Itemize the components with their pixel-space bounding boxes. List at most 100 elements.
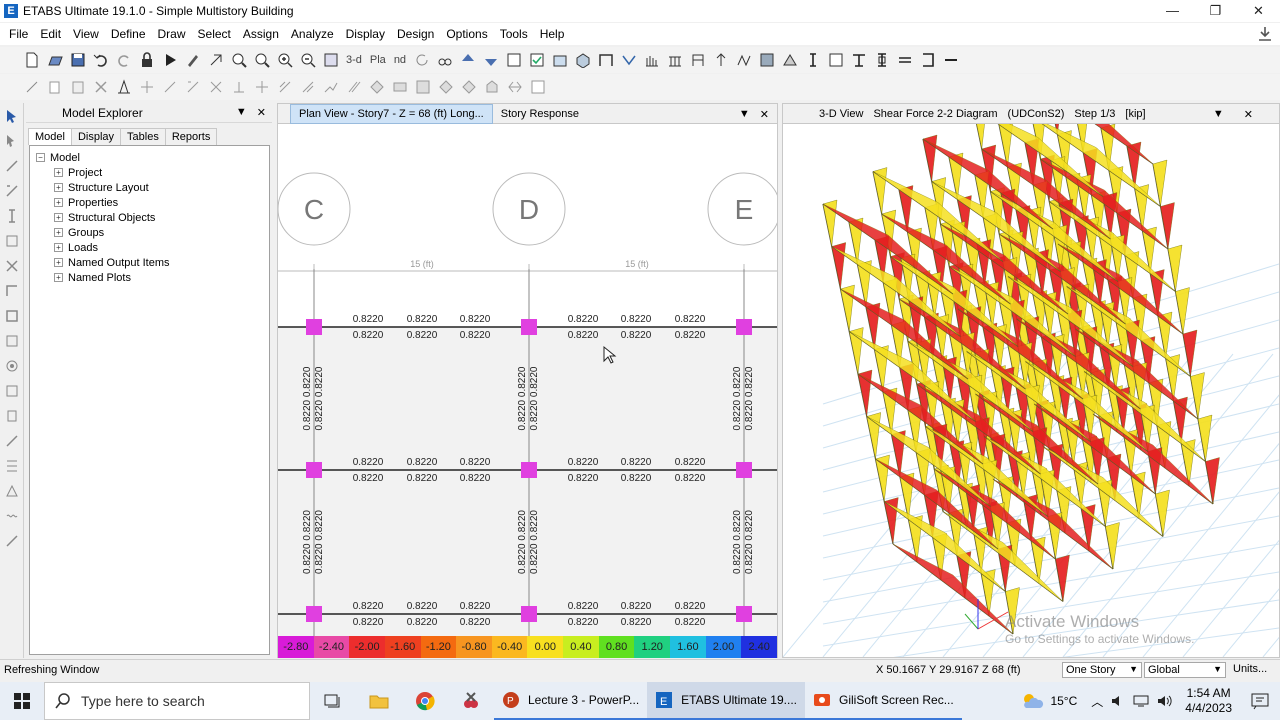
expand-icon[interactable]: + <box>54 258 63 267</box>
tab-plan-view[interactable]: Plan View - Story7 - Z = 68 (ft) Long... <box>290 103 493 124</box>
pan-hand-icon[interactable] <box>322 51 340 69</box>
draw-dimline-left-icon[interactable] <box>2 531 22 551</box>
perspective-icon[interactable] <box>436 51 454 69</box>
quick-draw-area-icon[interactable] <box>437 78 455 96</box>
reshape-icon[interactable] <box>2 131 22 151</box>
zoom-window-icon[interactable] <box>230 51 248 69</box>
tree-node-project[interactable]: + Project <box>36 165 263 180</box>
snap-midpoint-icon[interactable] <box>161 78 179 96</box>
copy-icon[interactable] <box>46 78 64 96</box>
tree-node-model[interactable]: − Model <box>36 150 263 165</box>
taskbar-search-input[interactable]: Type here to search <box>44 682 310 720</box>
tab-reports[interactable]: Reports <box>164 128 218 145</box>
draw-area-icon[interactable] <box>827 51 845 69</box>
menu-display[interactable]: Display <box>340 27 391 41</box>
draw-spring-left-icon[interactable] <box>2 506 22 526</box>
menu-analyze[interactable]: Analyze <box>285 27 340 41</box>
plan-canvas[interactable]: C D E 15 (ft) 15 (ft) 0.8220 0.8220 0.8220 0.822… <box>278 124 777 636</box>
pan-icon[interactable] <box>207 51 225 69</box>
draw-line-icon[interactable] <box>804 51 822 69</box>
taskbar-clock[interactable]: 1:54 AM 4/4/2023 <box>1177 686 1240 716</box>
open-icon[interactable] <box>46 51 64 69</box>
set-display-icon[interactable] <box>551 51 569 69</box>
menu-view[interactable]: View <box>67 27 105 41</box>
draw-floor-left-icon[interactable] <box>2 281 22 301</box>
draw-brace-left-icon[interactable] <box>2 231 22 251</box>
menu-options[interactable]: Options <box>440 27 493 41</box>
stress-icon[interactable] <box>666 51 684 69</box>
taskbar-app-powerpoint[interactable]: P Lecture 3 - PowerP... <box>494 682 648 720</box>
download-icon[interactable] <box>1258 26 1272 42</box>
tree-node-loads[interactable]: + Loads <box>36 240 263 255</box>
menu-define[interactable]: Define <box>105 27 152 41</box>
menu-select[interactable]: Select <box>192 27 237 41</box>
draw-column-left-icon[interactable] <box>2 206 22 226</box>
rubber-band-icon[interactable] <box>460 78 478 96</box>
tab-story-response[interactable]: Story Response <box>493 105 587 123</box>
volume-icon[interactable] <box>1157 694 1173 708</box>
draw-grid-left-icon[interactable] <box>2 381 22 401</box>
tree-node-structural-objects[interactable]: + Structural Objects <box>36 210 263 225</box>
redo-icon[interactable] <box>115 51 133 69</box>
expand-icon[interactable]: + <box>54 213 63 222</box>
3d-dropdown-icon[interactable]: ▼ <box>1213 108 1224 121</box>
draw-tendon-left-icon[interactable] <box>2 431 22 451</box>
rotate-icon[interactable] <box>413 51 431 69</box>
snap-parallel-icon[interactable] <box>345 78 363 96</box>
snap-icon[interactable] <box>138 78 156 96</box>
expand-icon[interactable]: + <box>54 228 63 237</box>
restore-button[interactable]: ❐ <box>1194 0 1237 22</box>
tree-node-structure-layout[interactable]: + Structure Layout <box>36 180 263 195</box>
coordinate-system-select[interactable]: Global ▼ <box>1144 662 1226 678</box>
move-down-icon[interactable] <box>482 51 500 69</box>
draw-link-left-icon[interactable] <box>2 256 22 276</box>
3d-close-icon[interactable]: ✕ <box>1244 108 1253 121</box>
expand-icon[interactable]: + <box>54 168 63 177</box>
panel-close-icon[interactable]: ✕ <box>257 106 266 119</box>
draw-opening-icon[interactable] <box>483 78 501 96</box>
lock-icon[interactable] <box>138 51 156 69</box>
menu-design[interactable]: Design <box>391 27 440 41</box>
file-explorer-icon[interactable] <box>356 682 402 720</box>
draw-rect-floor-left-icon[interactable] <box>2 306 22 326</box>
view-3d-button[interactable]: 3-d <box>346 54 362 66</box>
draw-point-left-icon[interactable] <box>2 356 22 376</box>
draw-reference-icon[interactable] <box>529 78 547 96</box>
tree-node-named-plots[interactable]: + Named Plots <box>36 270 263 285</box>
draw-dimension-left-icon[interactable] <box>2 406 22 426</box>
tree-node-named-output-items[interactable]: + Named Output Items <box>36 255 263 270</box>
replicate-icon[interactable] <box>115 78 133 96</box>
frame-icon[interactable] <box>597 51 615 69</box>
snap-perpendicular-icon[interactable] <box>230 78 248 96</box>
menu-draw[interactable]: Draw <box>152 27 192 41</box>
display-options-icon[interactable] <box>574 51 592 69</box>
snap-angle-icon[interactable] <box>299 78 317 96</box>
draw-beam-icon[interactable] <box>850 51 868 69</box>
menu-tools[interactable]: Tools <box>494 27 534 41</box>
zoom-previous-icon[interactable] <box>253 51 271 69</box>
save-icon[interactable] <box>69 51 87 69</box>
tab-tables[interactable]: Tables <box>120 128 166 145</box>
tab-model[interactable]: Model <box>28 128 72 145</box>
wall-design-icon[interactable] <box>781 51 799 69</box>
draw-wall-left-icon[interactable] <box>2 331 22 351</box>
draw-stairs-left-icon[interactable] <box>2 481 22 501</box>
mesh-icon[interactable] <box>414 78 432 96</box>
story-select[interactable]: One Story ▼ <box>1062 662 1142 678</box>
draw-slab-icon[interactable] <box>942 51 960 69</box>
object-shrink-icon[interactable] <box>505 51 523 69</box>
tab-display[interactable]: Display <box>70 128 122 145</box>
draw-section-left-icon[interactable] <box>2 456 22 476</box>
draw-dimension-icon[interactable] <box>506 78 524 96</box>
snap-grid-icon[interactable] <box>276 78 294 96</box>
3d-model-drawing[interactable] <box>783 124 1279 657</box>
weather-icon[interactable] <box>1020 691 1044 711</box>
expand-icon[interactable]: + <box>54 273 63 282</box>
run-analysis-icon[interactable] <box>161 51 179 69</box>
menu-file[interactable]: File <box>3 27 34 41</box>
move-up-icon[interactable] <box>459 51 477 69</box>
minimize-button[interactable]: — <box>1151 0 1194 22</box>
zoom-out-icon[interactable] <box>299 51 317 69</box>
menu-assign[interactable]: Assign <box>237 27 285 41</box>
draw-frame-left-icon[interactable] <box>2 156 22 176</box>
